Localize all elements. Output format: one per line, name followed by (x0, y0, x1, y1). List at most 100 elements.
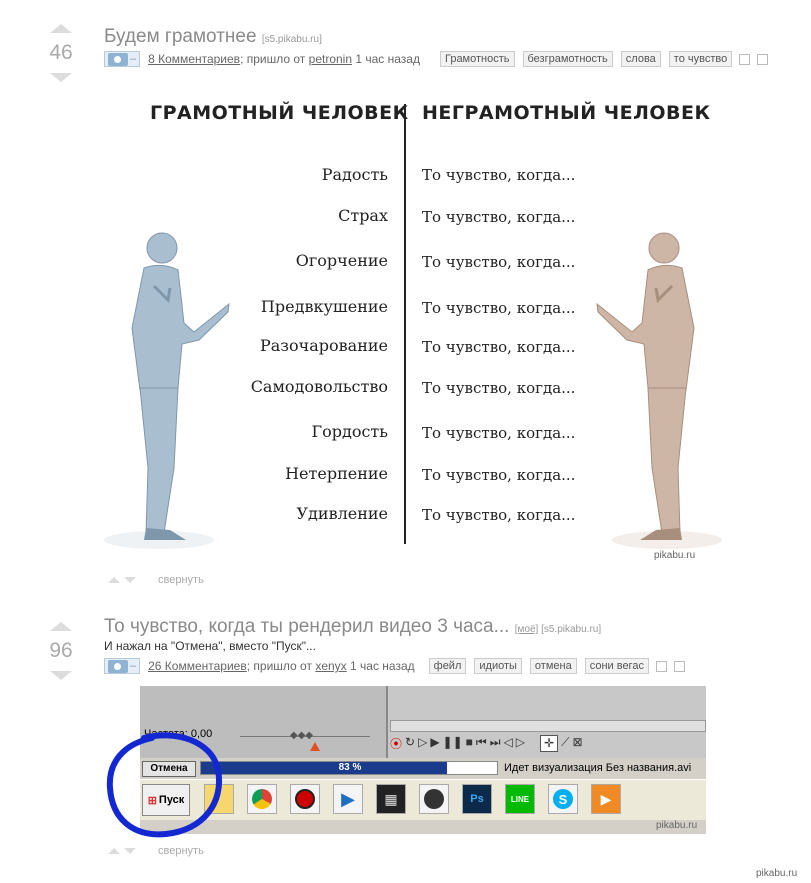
tag[interactable]: отмена (529, 658, 577, 674)
collapse-control[interactable]: свернуть (108, 845, 204, 857)
post-title: Будем грамотнее [s5.pikabu.ru] (104, 26, 322, 48)
left-heading: ГРАМОТНЫЙ ЧЕЛОВЕК (150, 102, 409, 124)
tag[interactable]: Грамотность (439, 51, 515, 67)
post-source[interactable]: [s5.pikabu.ru] (262, 34, 322, 45)
downvote-arrow-icon[interactable] (50, 73, 72, 82)
tag[interactable]: сони вегас (584, 658, 649, 674)
mine-tag[interactable]: [моё] (515, 624, 539, 635)
post-title-link[interactable]: Будем грамотнее (104, 26, 257, 47)
tag[interactable]: слова (620, 51, 661, 67)
tag[interactable]: безграмотность (522, 51, 613, 67)
right-heading: НЕГРАМОТНЫЙ ЧЕЛОВЕК (422, 102, 711, 124)
illiterate-man-figure (596, 232, 722, 549)
photo-type-badge[interactable]: – (104, 51, 141, 67)
small-up-icon[interactable] (108, 848, 120, 854)
emotion-label: Радость (321, 165, 388, 184)
feeling-text: То чувство, когда... (422, 379, 576, 397)
emotion-label: Разочарование (260, 336, 388, 355)
image-watermark: pikabu.ru (656, 820, 698, 831)
tag[interactable]: идиоты (474, 658, 522, 674)
go-start-icon[interactable]: ⏮ (476, 735, 487, 752)
post-meta: – 8 Комментариев ; пришло от petronin 1 … (104, 51, 769, 67)
downvote-arrow-icon[interactable] (50, 671, 72, 680)
comments-link[interactable]: 26 Комментариев (148, 659, 247, 673)
collapse-control[interactable]: свернуть (108, 574, 204, 586)
skype-icon[interactable]: S (548, 784, 578, 814)
small-down-icon[interactable] (124, 577, 136, 583)
tag[interactable]: то чувство (668, 51, 733, 67)
author-link[interactable]: xenyx (315, 659, 346, 673)
highlight-circle (106, 732, 222, 838)
post-time: 1 час назад (355, 52, 420, 66)
collapse-link[interactable]: свернуть (158, 574, 204, 586)
meta-from-text: ; пришло от (240, 52, 306, 66)
media-record-icon[interactable] (290, 784, 320, 814)
post-title: То чувство, когда ты рендерил видео 3 ча… (104, 616, 601, 638)
expand-icon[interactable] (757, 53, 769, 65)
feeling-text: То чувство, когда... (422, 299, 576, 317)
save-icon[interactable] (655, 660, 667, 672)
emotion-label: Огорчение (295, 251, 388, 270)
photoshop-icon[interactable]: Ps (462, 784, 492, 814)
post-source[interactable]: [s5.pikabu.ru] (541, 624, 601, 635)
next-frame-icon[interactable]: ▷ (516, 735, 525, 752)
emotion-label: Гордость (311, 422, 388, 441)
chrome-icon[interactable] (247, 784, 277, 814)
feeling-text: То чувство, когда... (422, 506, 576, 524)
small-down-icon[interactable] (124, 848, 136, 854)
collapse-link[interactable]: свернуть (158, 845, 204, 857)
feeling-text: То чувство, когда... (422, 424, 576, 442)
video-player-icon[interactable]: ▶ (591, 784, 621, 814)
media-player-icon[interactable]: ▶ (333, 784, 363, 814)
author-link[interactable]: petronin (309, 52, 352, 66)
go-end-icon[interactable]: ⏭ (490, 735, 501, 752)
post-description: И нажал на "Отмена", вместо "Пуск"... (104, 639, 316, 653)
prev-frame-icon[interactable]: ◁ (504, 735, 513, 752)
post-score: 96 (49, 639, 73, 662)
taskbar-apps: ▶ ▦ Ps LINE S ▶ (204, 784, 621, 814)
photo-type-badge[interactable]: – (104, 658, 141, 674)
expand-icon[interactable] (673, 660, 685, 672)
emotion-label: Нетерпение (285, 464, 388, 483)
pause-icon[interactable]: ❚❚ (443, 735, 463, 752)
stop-icon[interactable]: ■ (466, 735, 473, 752)
emotion-label: Самодовольство (250, 377, 388, 396)
post-meta: – 26 Комментариев ; пришло от xenyx 1 ча… (104, 658, 685, 674)
line-icon[interactable]: LINE (505, 784, 535, 814)
timeline-scrollbar[interactable] (390, 720, 706, 732)
feeling-text: То чувство, когда... (422, 466, 576, 484)
obs-icon[interactable] (419, 784, 449, 814)
marker-triangle-icon (310, 742, 320, 751)
feeling-text: То чувство, когда... (422, 208, 576, 226)
record-icon[interactable]: ⦿ (390, 735, 402, 752)
meta-from-text: ; пришло от (246, 659, 312, 673)
post-title-link[interactable]: То чувство, когда ты рендерил видео 3 ча… (104, 616, 509, 637)
camera-icon (108, 52, 128, 66)
render-progress-text: 83 % (338, 762, 362, 773)
emotion-label: Страх (338, 206, 388, 225)
divider-line (404, 104, 406, 544)
render-progress-bar: 83 % (200, 761, 498, 775)
camera-icon (108, 659, 128, 673)
selection-tool-icon[interactable]: ⊠ (572, 735, 582, 752)
transport-bar: ⦿ ↻ ▷ ▶ ❚❚ ■ ⏮ ⏭ ◁ ▷ ✛ ⟋ ⊠ (390, 735, 583, 752)
emotion-label: Удивление (296, 504, 388, 523)
save-icon[interactable] (739, 53, 751, 65)
comments-link[interactable]: 8 Комментариев (148, 52, 240, 66)
play-from-start-icon[interactable]: ▷ (418, 735, 427, 752)
image-watermark: pikabu.ru (654, 550, 696, 561)
emotion-label: Предвкушение (260, 297, 388, 316)
slider-handle-icon[interactable]: ◆◆◆ (290, 730, 313, 741)
small-up-icon[interactable] (108, 577, 120, 583)
edit-tool-icon[interactable]: ✛ (540, 735, 559, 752)
play-icon[interactable]: ▶ (430, 735, 439, 752)
tag[interactable]: фейл (428, 658, 467, 674)
feeling-text: То чувство, когда... (422, 253, 576, 271)
upvote-arrow-icon[interactable] (50, 24, 72, 33)
post-image: ГРАМОТНЫЙ ЧЕЛОВЕК НЕГРАМОТНЫЙ ЧЕЛОВЕК Ра… (104, 88, 722, 568)
render-status-text: Идет визуализация Без названия.avi (504, 762, 692, 774)
loop-icon[interactable]: ↻ (405, 735, 415, 752)
vegas-film-icon[interactable]: ▦ (376, 784, 406, 814)
envelope-tool-icon[interactable]: ⟋ (561, 735, 569, 752)
upvote-arrow-icon[interactable] (50, 622, 72, 631)
